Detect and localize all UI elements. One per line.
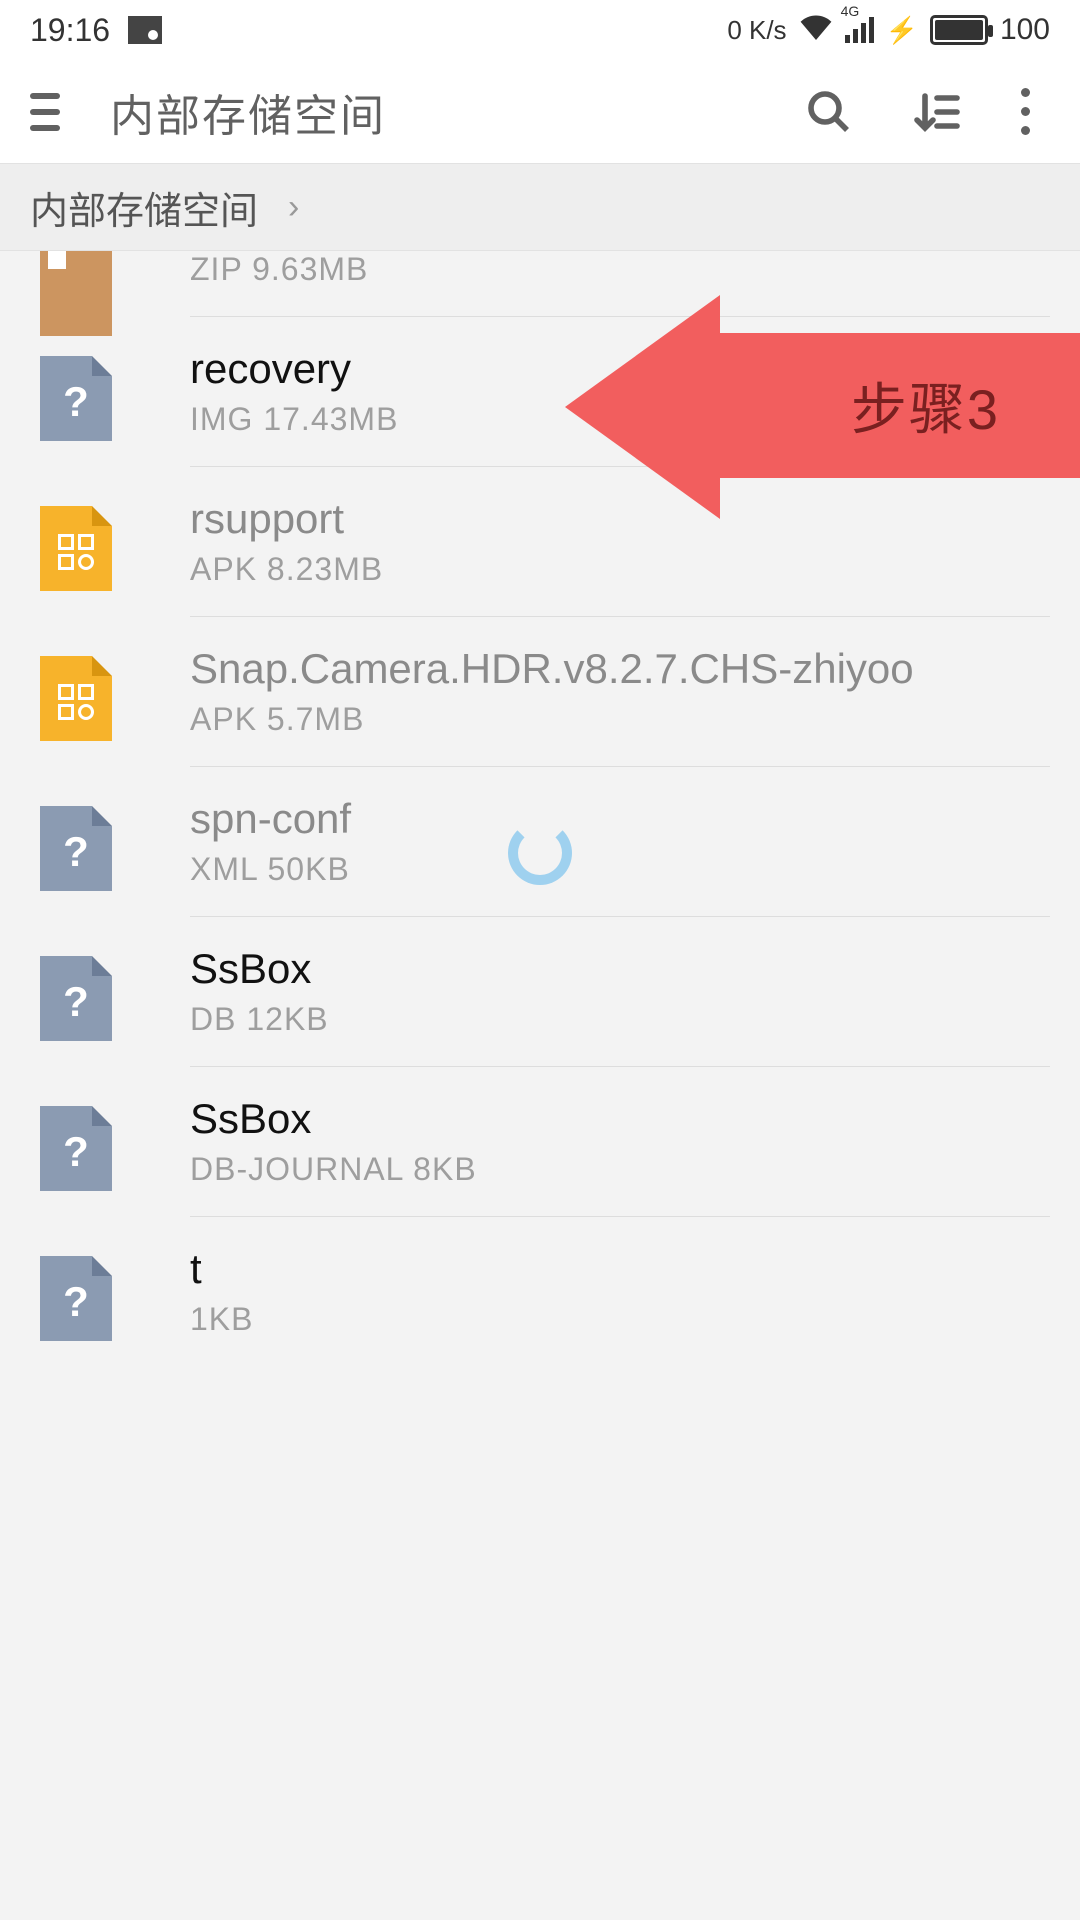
list-item[interactable]: ? t 1KB [0, 1217, 1080, 1366]
breadcrumb[interactable]: 内部存储空间 › [0, 163, 1080, 251]
file-meta: XML 50KB [190, 851, 1040, 888]
apk-file-icon [40, 506, 112, 578]
menu-icon[interactable] [30, 93, 70, 131]
file-name: SsBox [190, 1095, 1040, 1143]
app-bar: 内部存储空间 [0, 60, 1080, 163]
file-meta: 1KB [190, 1301, 1040, 1338]
overflow-icon[interactable] [1021, 88, 1030, 135]
list-item[interactable]: ? SsBox DB 12KB [0, 917, 1080, 1066]
battery-pct: 100 [1000, 13, 1050, 47]
file-meta: APK 8.23MB [190, 551, 1040, 588]
unknown-file-icon: ? [40, 956, 112, 1028]
zip-file-icon [40, 251, 112, 296]
unknown-file-icon: ? [40, 1106, 112, 1178]
list-item[interactable]: rsupport APK 8.23MB [0, 467, 1080, 616]
charging-icon: ⚡ [886, 15, 918, 46]
list-item[interactable]: ? SsBox DB-JOURNAL 8KB [0, 1067, 1080, 1216]
file-list[interactable]: ZIP 9.63MB ? recovery IMG 17.43MB rsuppo… [0, 251, 1080, 1366]
sort-icon[interactable] [913, 88, 961, 136]
file-name: recovery [190, 345, 1040, 393]
file-name: Snap.Camera.HDR.v8.2.7.CHS-zhiyoo [190, 645, 1040, 693]
clock: 19:16 [30, 12, 110, 49]
search-icon[interactable] [805, 88, 853, 136]
file-meta: IMG 17.43MB [190, 401, 1040, 438]
unknown-file-icon: ? [40, 806, 112, 878]
file-name: rsupport [190, 495, 1040, 543]
breadcrumb-root[interactable]: 内部存储空间 [30, 180, 258, 235]
file-name: SsBox [190, 945, 1040, 993]
list-item[interactable]: ? recovery IMG 17.43MB [0, 317, 1080, 466]
loading-spinner-icon [508, 821, 572, 885]
list-item[interactable]: Snap.Camera.HDR.v8.2.7.CHS-zhiyoo APK 5.… [0, 617, 1080, 766]
wifi-icon [799, 12, 833, 48]
file-meta: DB-JOURNAL 8KB [190, 1151, 1040, 1188]
unknown-file-icon: ? [40, 1256, 112, 1328]
chevron-right-icon: › [288, 188, 299, 227]
file-name: spn-conf [190, 795, 1040, 843]
apk-file-icon [40, 656, 112, 728]
file-meta: ZIP 9.63MB [190, 251, 1040, 288]
battery-icon [930, 15, 988, 45]
page-title: 内部存储空间 [110, 80, 386, 144]
file-meta: DB 12KB [190, 1001, 1040, 1038]
unknown-file-icon: ? [40, 356, 112, 428]
status-bar: 19:16 0 K/s 4G ⚡ 100 [0, 0, 1080, 60]
file-name: t [190, 1245, 1040, 1293]
net-speed: 0 K/s [727, 15, 786, 46]
cell-signal-icon: 4G [845, 17, 874, 43]
image-icon [128, 16, 162, 44]
list-item[interactable]: ZIP 9.63MB [0, 251, 1080, 316]
file-meta: APK 5.7MB [190, 701, 1040, 738]
